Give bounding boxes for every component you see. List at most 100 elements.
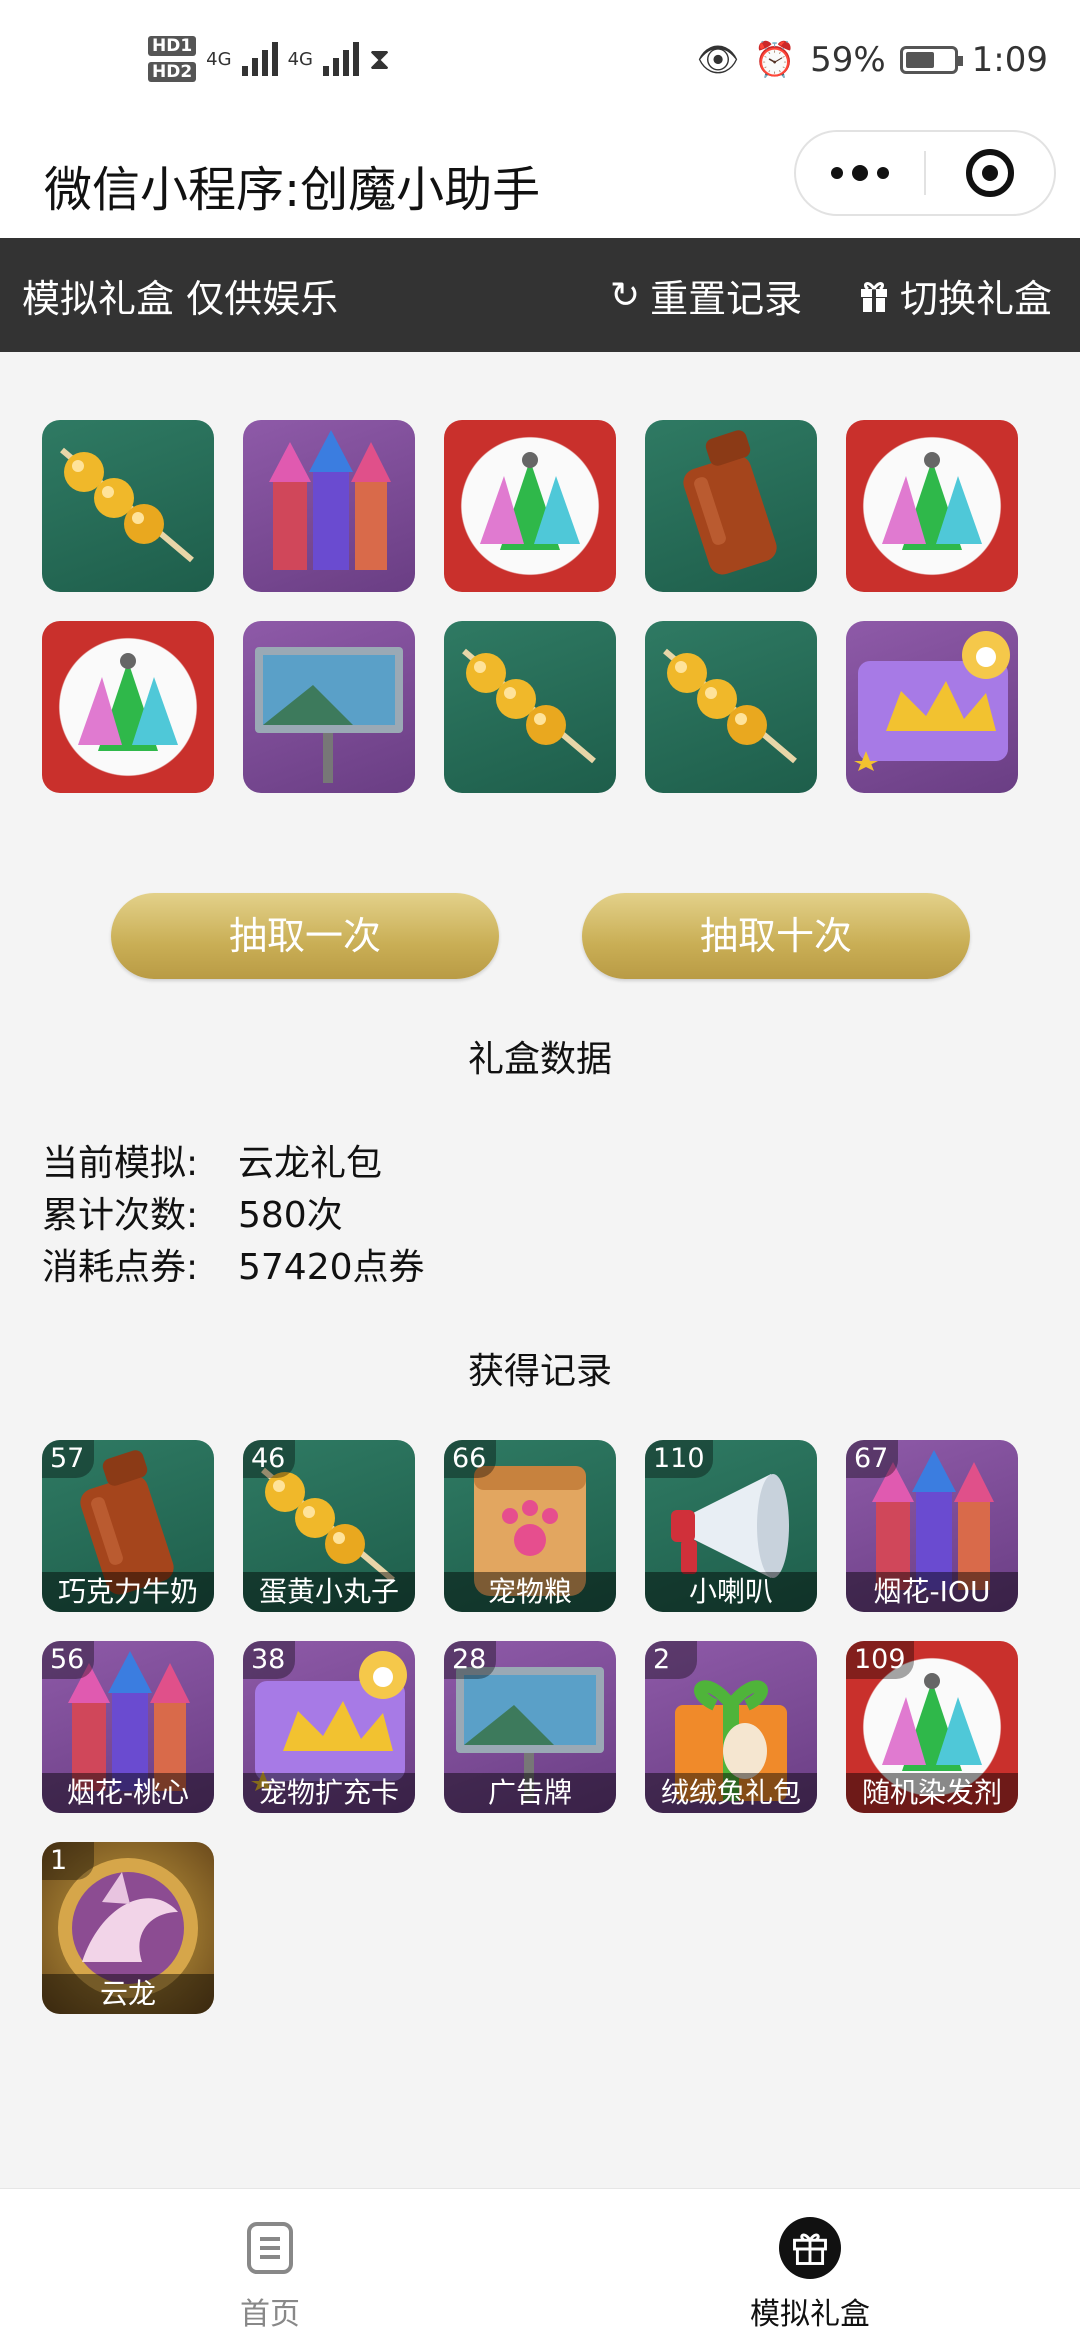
random-hair-dye-icon bbox=[480, 452, 580, 550]
stat-count-value: 580次 bbox=[238, 1195, 343, 1236]
record-item: 2 绒绒兔礼包 bbox=[645, 1641, 817, 1813]
battery-icon bbox=[899, 46, 963, 74]
record-count-badge: 1 bbox=[42, 1842, 94, 1880]
toolbar-title: 模拟礼盒 仅供娱乐 bbox=[22, 277, 339, 321]
record-name-label: 烟花-IOU bbox=[846, 1572, 1018, 1612]
record-count-badge: 109 bbox=[846, 1641, 914, 1679]
draw-result-item bbox=[444, 621, 616, 793]
more-menu-icon[interactable] bbox=[796, 165, 924, 181]
draw-results-grid bbox=[42, 420, 1018, 793]
record-item: 67 烟花-IOU bbox=[846, 1440, 1018, 1612]
candied-balls-icon bbox=[60, 447, 194, 563]
record-name-label: 蛋黄小丸子 bbox=[243, 1572, 415, 1612]
gift-box-tab-icon bbox=[779, 2217, 841, 2279]
tab-home-label: 首页 bbox=[240, 2297, 300, 2332]
record-item: 66 宠物粮 bbox=[444, 1440, 616, 1612]
page-title: 微信小程序:创魔小助手 bbox=[44, 162, 541, 218]
record-count-badge: 67 bbox=[846, 1440, 898, 1478]
draw-once-button[interactable]: 抽取一次 bbox=[111, 893, 499, 979]
record-count-badge: 38 bbox=[243, 1641, 295, 1679]
tab-gift-box[interactable]: 模拟礼盒 bbox=[710, 2217, 910, 2333]
stat-count-label: 累计次数: bbox=[42, 1195, 199, 1236]
draw-result-item bbox=[243, 621, 415, 793]
record-count-badge: 28 bbox=[444, 1641, 496, 1679]
draw-ten-button[interactable]: 抽取十次 bbox=[582, 893, 970, 979]
tab-gift-box-label: 模拟礼盒 bbox=[750, 2297, 870, 2332]
candied-balls-icon bbox=[663, 648, 797, 764]
record-count-badge: 2 bbox=[645, 1641, 697, 1679]
hd1-label: HD1 bbox=[148, 36, 197, 56]
record-count-badge: 66 bbox=[444, 1440, 496, 1478]
miniprogram-capsule bbox=[794, 130, 1056, 216]
record-count-badge: 46 bbox=[243, 1440, 295, 1478]
stat-current-value: 云龙礼包 bbox=[238, 1143, 383, 1184]
switch-gift-box-button[interactable]: 切换礼盒 bbox=[858, 268, 1052, 323]
stat-count: 累计次数: 580次 bbox=[42, 1186, 343, 1238]
tab-home[interactable]: 首页 bbox=[170, 2217, 370, 2333]
stat-cost-value: 57420点券 bbox=[238, 1247, 425, 1288]
random-hair-dye-icon bbox=[882, 452, 982, 550]
status-bar: HD1 HD2 4G 4G ⧗ 👁 ⏰ 59% 1:09 bbox=[0, 0, 1080, 120]
tab-bar: 首页 模拟礼盒 bbox=[0, 2188, 1080, 2340]
record-name-label: 宠物粮 bbox=[444, 1572, 616, 1612]
record-item: 38 宠物扩充卡 bbox=[243, 1641, 415, 1813]
network-label: 4G bbox=[206, 48, 232, 70]
record-name-label: 烟花-桃心 bbox=[42, 1773, 214, 1813]
signal-icon bbox=[241, 42, 278, 76]
chocolate-milk-icon bbox=[683, 430, 777, 575]
draw-result-item bbox=[243, 420, 415, 592]
stat-cost-label: 消耗点券: bbox=[42, 1247, 199, 1288]
candied-balls-icon bbox=[462, 648, 596, 764]
refresh-icon: ↻ bbox=[610, 275, 641, 316]
draw-result-item bbox=[444, 420, 616, 592]
pet-expansion-card-icon bbox=[854, 631, 1010, 771]
record-count-badge: 57 bbox=[42, 1440, 94, 1478]
fireworks-icon bbox=[269, 430, 391, 570]
draw-result-item bbox=[645, 621, 817, 793]
stat-current-label: 当前模拟: bbox=[42, 1143, 199, 1184]
switch-gift-box-label: 切换礼盒 bbox=[900, 277, 1053, 321]
record-item: 56 烟花-桃心 bbox=[42, 1641, 214, 1813]
reset-records-button[interactable]: ↻ 重置记录 bbox=[610, 268, 802, 323]
stats-title: 礼盒数据 bbox=[467, 1039, 612, 1080]
record-name-label: 宠物扩充卡 bbox=[243, 1773, 415, 1813]
record-name-label: 广告牌 bbox=[444, 1773, 616, 1813]
draw-result-item bbox=[645, 420, 817, 592]
record-name-label: 巧克力牛奶 bbox=[42, 1572, 214, 1612]
draw-result-item bbox=[42, 621, 214, 793]
record-item: 110 小喇叭 bbox=[645, 1440, 817, 1612]
signal-icon-2 bbox=[322, 42, 359, 76]
record-count-badge: 110 bbox=[645, 1440, 713, 1478]
record-item: 46 蛋黄小丸子 bbox=[243, 1440, 415, 1612]
draw-result-item bbox=[846, 621, 1018, 793]
toolbar: 模拟礼盒 仅供娱乐 ↻ 重置记录 切换礼盒 bbox=[0, 238, 1080, 352]
billboard-icon bbox=[255, 647, 403, 783]
record-name-label: 绒绒兔礼包 bbox=[645, 1773, 817, 1813]
record-item: 57 巧克力牛奶 bbox=[42, 1440, 214, 1612]
eye-icon: 👁 bbox=[696, 40, 740, 80]
record-item: 1 云龙 bbox=[42, 1842, 214, 2014]
gift-icon bbox=[861, 281, 887, 312]
record-name-label: 小喇叭 bbox=[645, 1572, 817, 1612]
document-icon bbox=[239, 2217, 301, 2279]
stat-current: 当前模拟: 云龙礼包 bbox=[42, 1134, 382, 1186]
stat-cost: 消耗点券: 57420点券 bbox=[42, 1238, 425, 1290]
clock: 1:09 bbox=[971, 40, 1048, 80]
record-name-label: 随机染发剂 bbox=[846, 1773, 1018, 1813]
nav-bar: 微信小程序:创魔小助手 bbox=[0, 120, 1080, 238]
draw-result-item bbox=[846, 420, 1018, 592]
record-item: 28 广告牌 bbox=[444, 1641, 616, 1813]
hourglass-icon: ⧗ bbox=[368, 41, 391, 77]
battery-percent: 59% bbox=[810, 40, 886, 80]
record-name-label: 云龙 bbox=[42, 1974, 214, 2014]
random-hair-dye-icon bbox=[78, 653, 178, 751]
record-item: 109 随机染发剂 bbox=[846, 1641, 1018, 1813]
record-count-badge: 56 bbox=[42, 1641, 94, 1679]
close-miniprogram-icon[interactable] bbox=[926, 149, 1054, 197]
hd2-label: HD2 bbox=[148, 62, 197, 82]
records-title: 获得记录 bbox=[467, 1351, 612, 1392]
draw-result-item bbox=[42, 420, 214, 592]
reset-records-label: 重置记录 bbox=[650, 277, 803, 321]
alarm-icon: ⏰ bbox=[753, 40, 797, 80]
network-label-2: 4G bbox=[287, 48, 313, 70]
